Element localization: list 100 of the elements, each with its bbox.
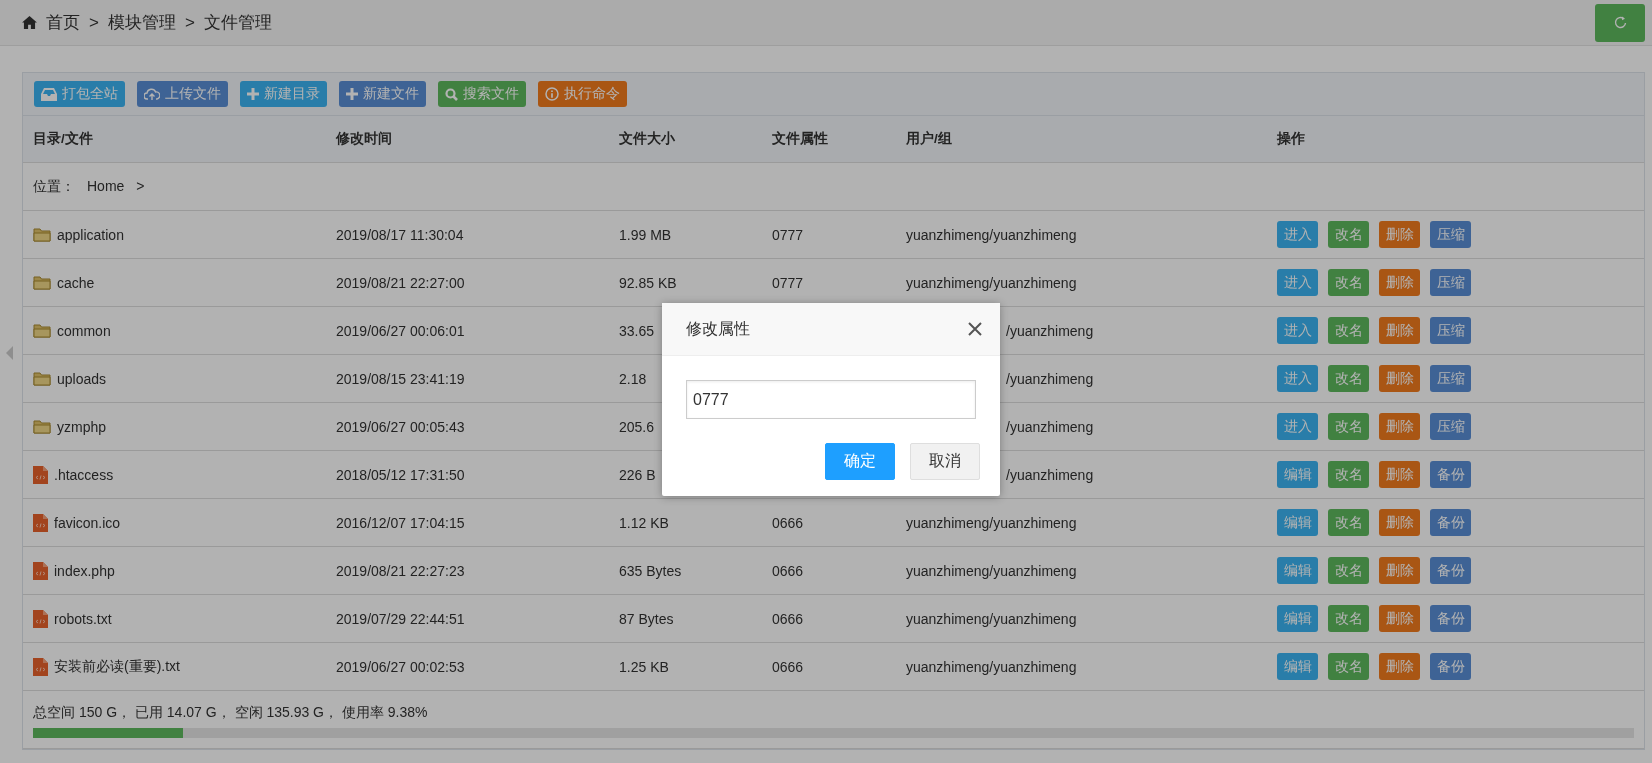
- folder-name[interactable]: uploads: [57, 370, 107, 387]
- action-button[interactable]: 删除: [1379, 365, 1420, 392]
- owner-group: /yuanzhimeng: [1006, 466, 1094, 483]
- action-button[interactable]: 改名: [1328, 461, 1369, 488]
- breadcrumb-separator: >: [184, 12, 195, 33]
- action-button[interactable]: 进入: [1277, 317, 1318, 344]
- file-size: 635 Bytes: [619, 562, 682, 579]
- action-button[interactable]: 压缩: [1430, 317, 1471, 344]
- column-header: 用户/组: [896, 116, 1267, 163]
- modified-time: 2019/08/21 22:27:00: [336, 274, 465, 291]
- toolbar-button[interactable]: 搜索文件: [438, 81, 526, 107]
- action-button[interactable]: 删除: [1379, 221, 1420, 248]
- action-button[interactable]: 改名: [1328, 365, 1369, 392]
- toolbar-button[interactable]: 打包全站: [34, 81, 125, 107]
- home-icon: [22, 16, 37, 29]
- path-link[interactable]: Home: [87, 177, 125, 196]
- action-button[interactable]: 压缩: [1430, 221, 1471, 248]
- action-button[interactable]: 改名: [1328, 317, 1369, 344]
- folder-name[interactable]: common: [57, 322, 111, 339]
- toolbar-button[interactable]: 执行命令: [538, 81, 627, 107]
- file-permission: 0666: [772, 610, 804, 627]
- owner-group: /yuanzhimeng: [1006, 322, 1094, 339]
- action-button[interactable]: 删除: [1379, 509, 1420, 536]
- action-button[interactable]: 删除: [1379, 605, 1420, 632]
- folder-name[interactable]: cache: [57, 274, 95, 291]
- action-button[interactable]: 删除: [1379, 557, 1420, 584]
- file-size: 92.85 KB: [619, 274, 677, 291]
- action-button[interactable]: 备份: [1430, 509, 1471, 536]
- refresh-button[interactable]: [1595, 3, 1645, 42]
- file-permission: 0666: [772, 562, 804, 579]
- action-button[interactable]: 改名: [1328, 557, 1369, 584]
- action-button[interactable]: 删除: [1379, 269, 1420, 296]
- file-name[interactable]: robots.txt: [54, 610, 112, 627]
- action-button[interactable]: 改名: [1328, 509, 1369, 536]
- action-button[interactable]: 备份: [1430, 557, 1471, 584]
- action-button[interactable]: 改名: [1328, 221, 1369, 248]
- storage-summary: 总空间 150 G， 已用 14.07 G， 空闲 135.93 G， 使用率 9.38%: [33, 704, 429, 722]
- refresh-icon: [1612, 15, 1628, 30]
- file-name[interactable]: .htaccess: [54, 466, 114, 483]
- inbox-icon: [41, 87, 57, 101]
- folder-name[interactable]: application: [57, 226, 124, 243]
- column-header: 操作: [1267, 116, 1644, 163]
- cancel-button[interactable]: 取消: [910, 443, 980, 480]
- owner-group: yuanzhimeng/yuanzhimeng: [906, 610, 1077, 627]
- action-button[interactable]: 压缩: [1430, 413, 1471, 440]
- action-button[interactable]: 进入: [1277, 221, 1318, 248]
- action-button[interactable]: 编辑: [1277, 653, 1318, 680]
- action-button[interactable]: 删除: [1379, 413, 1420, 440]
- close-icon[interactable]: [968, 322, 982, 336]
- action-button[interactable]: 编辑: [1277, 461, 1318, 488]
- file-size: 1.12 KB: [619, 514, 669, 531]
- file-size: 205.6: [619, 418, 655, 435]
- action-button[interactable]: 备份: [1430, 461, 1471, 488]
- action-button[interactable]: 编辑: [1277, 605, 1318, 632]
- breadcrumb-link[interactable]: 模块管理: [107, 11, 176, 34]
- info-icon: [545, 87, 559, 101]
- action-button[interactable]: 进入: [1277, 413, 1318, 440]
- action-button[interactable]: 进入: [1277, 269, 1318, 296]
- action-button[interactable]: 删除: [1379, 317, 1420, 344]
- file-permission: 0777: [772, 226, 804, 243]
- action-button[interactable]: 删除: [1379, 461, 1420, 488]
- file-size: 87 Bytes: [619, 610, 674, 627]
- breadcrumb-link[interactable]: 文件管理: [203, 11, 272, 34]
- file-name[interactable]: index.php: [54, 562, 115, 579]
- file-name[interactable]: 安装前必读(重要).txt: [54, 657, 180, 676]
- action-button[interactable]: 压缩: [1430, 365, 1471, 392]
- confirm-button[interactable]: 确定: [825, 443, 895, 480]
- action-button[interactable]: 改名: [1328, 653, 1369, 680]
- action-button[interactable]: 进入: [1277, 365, 1318, 392]
- action-button[interactable]: 备份: [1430, 605, 1471, 632]
- file-permission: 0666: [772, 658, 804, 675]
- modified-time: 2019/06/27 00:05:43: [336, 418, 465, 435]
- action-button[interactable]: 改名: [1328, 269, 1369, 296]
- search-icon: [445, 87, 458, 101]
- action-button[interactable]: 备份: [1430, 653, 1471, 680]
- modified-time: 2016/12/07 17:04:15: [336, 514, 465, 531]
- folder-name[interactable]: yzmphp: [57, 418, 107, 435]
- column-header: 目录/文件: [23, 116, 326, 163]
- file-name[interactable]: favicon.ico: [54, 514, 121, 531]
- action-button[interactable]: 改名: [1328, 605, 1369, 632]
- permission-field[interactable]: 0777: [686, 380, 976, 419]
- owner-group: yuanzhimeng/yuanzhimeng: [906, 274, 1077, 291]
- breadcrumb-link[interactable]: 首页: [46, 11, 80, 34]
- modified-time: 2019/06/27 00:02:53: [336, 658, 465, 675]
- action-button[interactable]: 改名: [1328, 413, 1369, 440]
- toolbar-button[interactable]: 新建目录: [240, 81, 327, 107]
- action-button[interactable]: 编辑: [1277, 509, 1318, 536]
- toolbar-button[interactable]: 新建文件: [339, 81, 426, 107]
- action-button[interactable]: 编辑: [1277, 557, 1318, 584]
- file-size: 2.18: [619, 370, 647, 387]
- toolbar-button[interactable]: 上传文件: [137, 81, 228, 107]
- owner-group: /yuanzhimeng: [1006, 418, 1094, 435]
- dialog-title: 修改属性: [686, 318, 750, 339]
- action-button[interactable]: 删除: [1379, 653, 1420, 680]
- plus-icon: [247, 88, 259, 100]
- file-size: 226 B: [619, 466, 656, 483]
- owner-group: yuanzhimeng/yuanzhimeng: [906, 514, 1077, 531]
- file-size: 33.65: [619, 322, 655, 339]
- action-button[interactable]: 压缩: [1430, 269, 1471, 296]
- column-header: 文件属性: [762, 116, 896, 163]
